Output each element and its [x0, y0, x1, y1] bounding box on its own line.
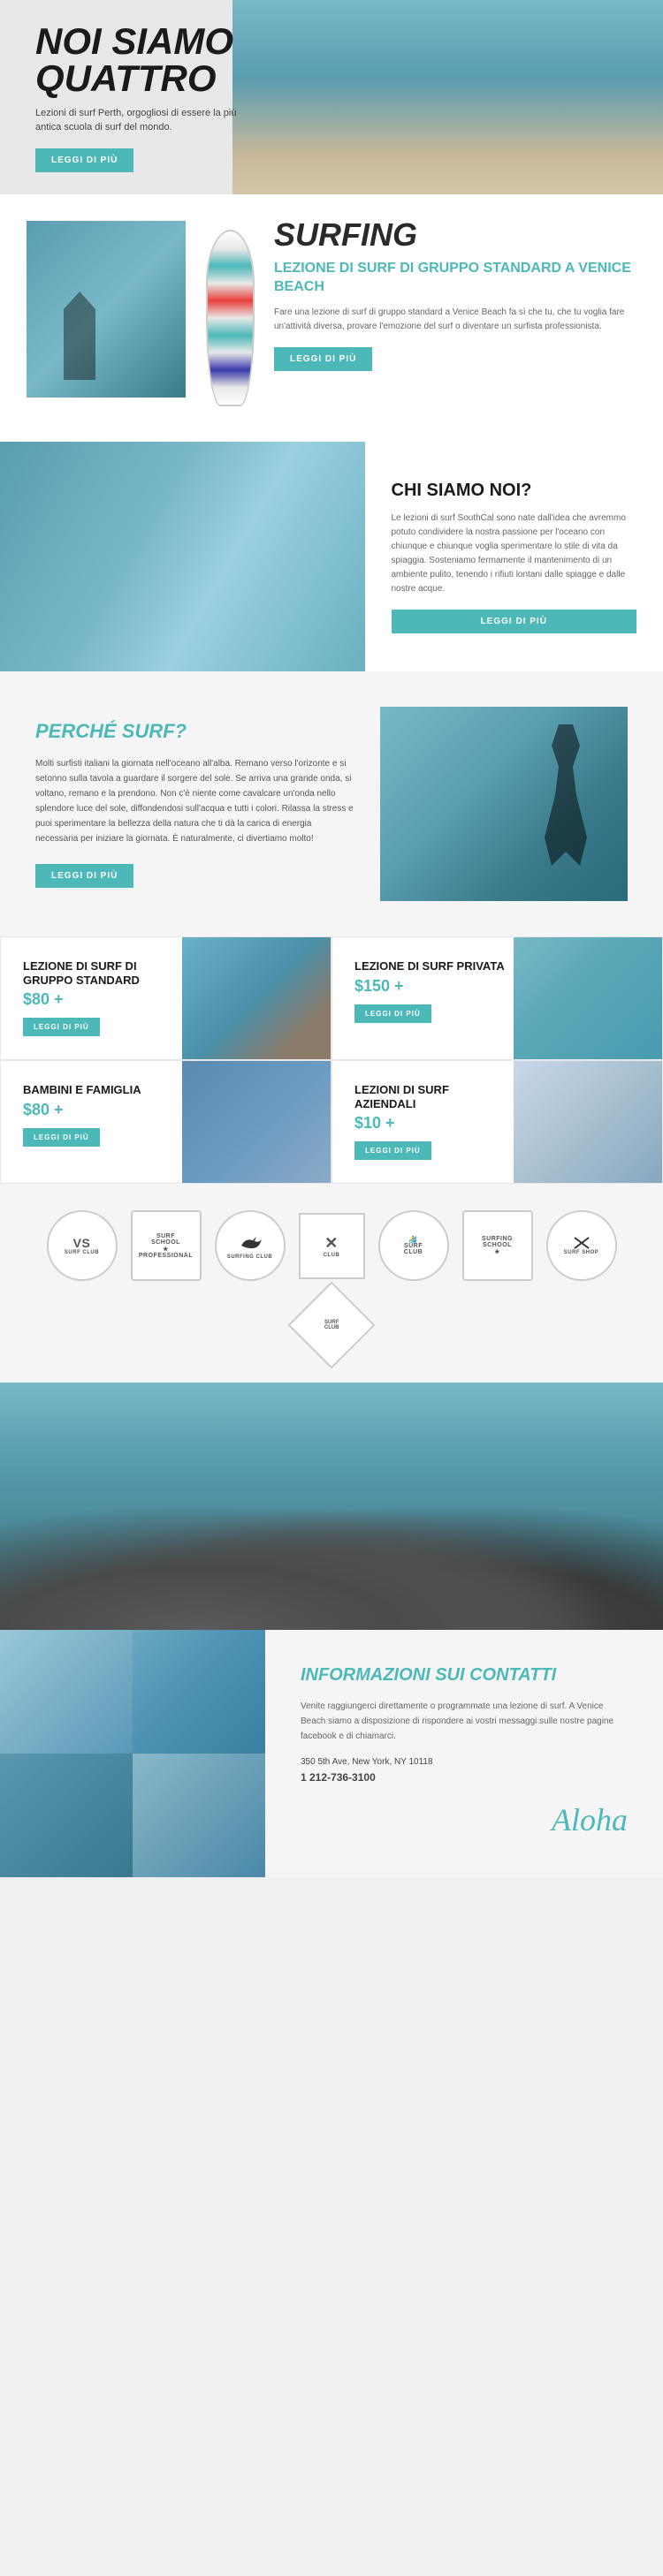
- lezione-card-img-0: [182, 937, 331, 1059]
- surfing-title: LEZIONE DI SURF DI GRUPPO STANDARD A VEN…: [274, 260, 636, 297]
- surfing-logo-text: SURFING: [274, 221, 636, 249]
- hero-title: NOI SIAMO QUATTRO: [35, 23, 263, 97]
- surfboard-image: [206, 230, 255, 406]
- logo-badge-6: SURF SHOP: [546, 1210, 617, 1281]
- lezione-card-img-inner-1: [514, 937, 662, 1059]
- perche-title: PERCHÉ SURF?: [35, 720, 354, 743]
- contatti-images: [0, 1630, 265, 1877]
- logo-surf-school: SURFSCHOOL★PROFESSIONAL: [139, 1233, 193, 1259]
- lezione-card-content-1: LEZIONE DI SURF PRIVATA $150 + LEGGI DI …: [354, 959, 512, 1023]
- lezione-card-content-0: LEZIONE DI SURF DI GRUPPO STANDARD $80 +…: [23, 959, 180, 1036]
- lezione-card-img-3: [514, 1061, 662, 1183]
- contatti-title: INFORMAZIONI SUI CONTATTI: [301, 1665, 628, 1686]
- perche-text: Molti surfisti italiani la giornata nell…: [35, 756, 354, 846]
- ocean-rocks: [0, 1481, 663, 1630]
- logo-badge-3: ✕ CLUB: [299, 1213, 365, 1279]
- lezione-card-img-inner-2: [182, 1061, 331, 1183]
- hero-title-line1: NOI SIAMO: [35, 20, 233, 62]
- logo-badge-2: SURFING CLUB: [215, 1210, 286, 1281]
- lezione-card-content-3: LEZIONI DI SURF AZIENDALI $10 + LEGGI DI…: [354, 1083, 512, 1160]
- perche-content: PERCHÉ SURF? Molti surfisti italiani la …: [35, 720, 354, 888]
- lezione-card-2: BAMBINI E FAMIGLIA $80 + LEGGI DI PIÙ: [0, 1060, 332, 1184]
- logo-surfing-school: SURFINGSCHOOL★: [482, 1236, 513, 1255]
- hero-title-line2: QUATTRO: [35, 57, 217, 99]
- hero-section: NOI SIAMO QUATTRO Lezioni di surf Perth,…: [0, 0, 663, 194]
- logo-badge-5: SURFINGSCHOOL★: [462, 1210, 533, 1281]
- lezione-card-img-inner-0: [182, 937, 331, 1059]
- surfing-text: Fare una lezione di surf di gruppo stand…: [274, 306, 636, 334]
- chi-siamo-title: CHI SIAMO NOI?: [392, 481, 637, 501]
- lezione-card-img-inner-3: [514, 1061, 662, 1183]
- contatti-section: INFORMAZIONI SUI CONTATTI Venite raggiun…: [0, 1630, 663, 1877]
- logo-x: ✕: [324, 1234, 339, 1253]
- lezione-card-price-0: $80 +: [23, 990, 180, 1009]
- logo-x-sub: CLUB: [324, 1253, 340, 1258]
- chi-siamo-text: Le lezioni di surf SouthCal sono nate da…: [392, 511, 637, 596]
- aloha-text: Aloha: [301, 1801, 628, 1838]
- logo-vs: VS: [73, 1236, 91, 1250]
- contatti-img-4: [133, 1754, 265, 1877]
- logo-badge-4: 🏄SURFCLUB: [378, 1210, 449, 1281]
- lezione-card-title-0: LEZIONE DI SURF DI GRUPPO STANDARD: [23, 959, 180, 987]
- surfing-content: SURFING LEZIONE DI SURF DI GRUPPO STANDA…: [274, 221, 636, 371]
- lezione-card-3: LEZIONI DI SURF AZIENDALI $10 + LEGGI DI…: [332, 1060, 663, 1184]
- lezione-card-price-3: $10 +: [354, 1114, 512, 1133]
- surfing-cta-button[interactable]: LEGGI DI PIÙ: [274, 347, 372, 371]
- logo-surf-club2: 🏄SURFCLUB: [404, 1236, 423, 1255]
- lezione-cta-2[interactable]: LEGGI DI PIÙ: [23, 1128, 100, 1147]
- hero-subtitle: Lezioni di surf Perth, orgogliosi di ess…: [35, 106, 263, 135]
- chi-siamo-image: [0, 442, 365, 671]
- lezione-card-img-2: [182, 1061, 331, 1183]
- lezione-card-0: LEZIONE DI SURF DI GRUPPO STANDARD $80 +…: [0, 936, 332, 1060]
- surfboard-container: [203, 221, 256, 406]
- logo-surfing-club: SURFING CLUB: [227, 1254, 272, 1260]
- contatti-address: 350 5th Ave, New York, NY 10118: [301, 1757, 628, 1767]
- lezioni-section: LEZIONE DI SURF DI GRUPPO STANDARD $80 +…: [0, 936, 663, 1184]
- lezione-card-title-1: LEZIONE DI SURF PRIVATA: [354, 959, 512, 974]
- logos-section: VS SURF CLUB SURFSCHOOL★PROFESSIONAL SUR…: [0, 1184, 663, 1383]
- lezione-cta-3[interactable]: LEGGI DI PIÙ: [354, 1141, 431, 1160]
- lezione-cta-1[interactable]: LEGGI DI PIÙ: [354, 1004, 431, 1023]
- shark-icon: [237, 1232, 263, 1254]
- logo-badge-0: VS SURF CLUB: [47, 1210, 118, 1281]
- crossed-icon: [573, 1236, 591, 1250]
- perche-image: [380, 707, 628, 901]
- hero-content: NOI SIAMO QUATTRO Lezioni di surf Perth,…: [0, 0, 299, 194]
- lezione-card-img-1: [514, 937, 662, 1059]
- chi-siamo-cta-button[interactable]: LEGGI DI PIÙ: [392, 610, 637, 633]
- contatti-img-2: [133, 1630, 265, 1754]
- lezione-cta-0[interactable]: LEGGI DI PIÙ: [23, 1018, 100, 1036]
- contatti-phone: 1 212-736-3100: [301, 1771, 628, 1784]
- contatti-text: Venite raggiungerci direttamente o progr…: [301, 1699, 628, 1744]
- lezione-card-title-2: BAMBINI E FAMIGLIA: [23, 1083, 180, 1097]
- logo-badge-1: SURFSCHOOL★PROFESSIONAL: [131, 1210, 202, 1281]
- lezione-card-price-2: $80 +: [23, 1101, 180, 1119]
- lezione-card-1: LEZIONE DI SURF PRIVATA $150 + LEGGI DI …: [332, 936, 663, 1060]
- lezione-card-content-2: BAMBINI E FAMIGLIA $80 + LEGGI DI PIÙ: [23, 1083, 180, 1147]
- lezione-card-title-3: LEZIONI DI SURF AZIENDALI: [354, 1083, 512, 1110]
- surfing-logo: SURFING: [274, 221, 636, 249]
- surfer-silhouette: [530, 724, 601, 866]
- perche-cta-button[interactable]: LEGGI DI PIÙ: [35, 864, 133, 888]
- ocean-section: [0, 1383, 663, 1630]
- surfing-left-image: [27, 221, 186, 398]
- logo-diamond: SURFCLUB: [288, 1282, 376, 1369]
- surfing-section: SURFING LEZIONE DI SURF DI GRUPPO STANDA…: [0, 194, 663, 442]
- wave-overlay: [0, 442, 365, 671]
- contatti-img-3: [0, 1754, 133, 1877]
- contatti-img-1: [0, 1630, 133, 1754]
- logo-diamond-text: SURFCLUB: [324, 1320, 339, 1330]
- lezione-card-price-1: $150 +: [354, 977, 512, 996]
- hero-cta-button[interactable]: LEGGI DI PIÙ: [35, 148, 133, 172]
- chi-siamo-content: CHI SIAMO NOI? Le lezioni di surf SouthC…: [365, 442, 663, 671]
- lezioni-grid: LEZIONE DI SURF DI GRUPPO STANDARD $80 +…: [0, 936, 663, 1184]
- perche-surf-section: PERCHÉ SURF? Molti surfisti italiani la …: [0, 671, 663, 936]
- contatti-content: INFORMAZIONI SUI CONTATTI Venite raggiun…: [265, 1630, 663, 1877]
- logo-vs-sub: SURF CLUB: [65, 1250, 99, 1255]
- chi-siamo-section: CHI SIAMO NOI? Le lezioni di surf SouthC…: [0, 442, 663, 671]
- logo-surf-shop: SURF SHOP: [564, 1250, 599, 1255]
